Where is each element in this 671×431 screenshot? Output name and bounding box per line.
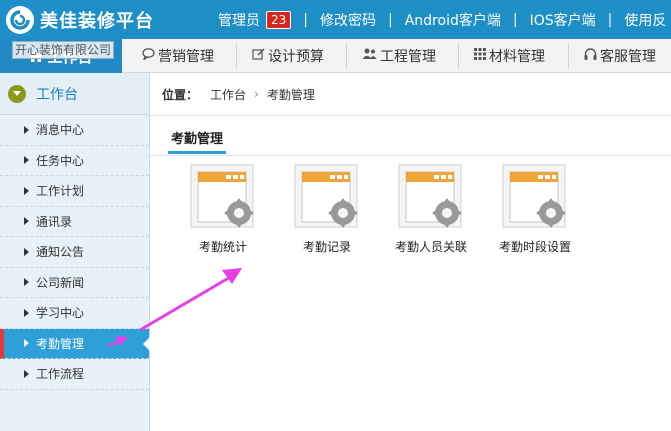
tab-materials[interactable]: 材料管理 [474,39,545,73]
nav-divider [568,43,569,69]
caret-right-icon [24,186,29,195]
sidebar-item-label: 学习中心 [36,306,85,321]
breadcrumb-label: 位置： [162,87,199,102]
sidebar: 工作台 消息中心 任务中心 工作计划 通讯录 通知公告 公司新闻 学习中心 考勤… [0,73,150,431]
chevron-down-icon [8,84,26,103]
sidebar-item-label: 工作计划 [36,184,85,199]
section-header: 考勤管理 [150,116,671,156]
caret-right-icon [24,247,29,256]
caret-right-icon [24,278,29,287]
divider: | [512,11,518,28]
nav-divider [346,43,347,69]
caret-right-icon [24,339,29,348]
breadcrumb-separator: › [254,87,259,101]
ios-client-link[interactable]: IOS客户端 [530,10,596,30]
divider: | [607,11,613,28]
sidebar-item-label: 通知公告 [36,245,85,260]
window-gear-icon [190,164,254,228]
breadcrumb-item[interactable]: 考勤管理 [267,86,315,103]
tab-engineering[interactable]: 工程管理 [362,39,436,73]
grid-icon [474,48,486,64]
window-gear-icon [398,164,462,228]
tab-customer-service-label: 客服管理 [600,49,656,65]
active-indicator [143,336,150,351]
notification-badge[interactable]: 23 [266,10,292,29]
window-gear-icon [294,164,358,228]
divider: | [303,11,308,28]
app-title: 美佳装修平台 [40,11,154,32]
sidebar-item-label: 任务中心 [36,153,85,168]
sidebar-item-label: 公司新闻 [36,275,85,290]
section-title[interactable]: 考勤管理 [168,128,227,154]
logo-icon [6,6,34,34]
change-password-link[interactable]: 修改密码 [320,10,376,30]
tab-design-budget[interactable]: 设计预算 [252,39,324,73]
sidebar-item-attendance[interactable]: 考勤管理 [0,328,150,359]
tile-attendance-periods[interactable]: 考勤时段设置 [485,162,585,255]
headset-icon [584,47,597,65]
breadcrumb-item[interactable]: 工作台 [210,86,246,103]
nav-divider [458,43,459,69]
sidebar-header[interactable]: 工作台 [0,73,149,115]
tab-engineering-label: 工程管理 [380,49,436,65]
sidebar-item-learning[interactable]: 学习中心 [0,298,149,329]
top-links: 管理员 23 | 修改密码 | Android客户端 | IOS客户端 | 使用… [218,0,666,39]
sidebar-item-tasks[interactable]: 任务中心 [0,146,149,176]
tab-materials-label: 材料管理 [489,49,545,65]
tile-attendance-staff-link[interactable]: 考勤人员关联 [381,162,481,255]
chat-icon [142,48,155,64]
sidebar-item-work-plan[interactable]: 工作计划 [0,176,149,207]
tab-marketing[interactable]: 营销管理 [142,39,214,73]
tile-label: 考勤记录 [302,240,351,254]
caret-right-icon [24,156,29,165]
caret-right-icon [24,308,29,317]
caret-right-icon [24,369,29,378]
tile-attendance-records[interactable]: 考勤记录 [277,162,377,255]
sidebar-item-news[interactable]: 公司新闻 [0,268,149,298]
sidebar-item-notices[interactable]: 通知公告 [0,237,149,268]
tile-label: 考勤时段设置 [498,240,571,254]
sidebar-item-contacts[interactable]: 通讯录 [0,207,149,237]
sidebar-item-label: 消息中心 [36,123,85,138]
tab-customer-service[interactable]: 客服管理 [584,39,656,73]
sidebar-item-messages[interactable]: 消息中心 [0,115,149,146]
tab-design-budget-label: 设计预算 [268,49,324,65]
admin-link[interactable]: 管理员 [218,10,260,30]
tab-marketing-label: 营销管理 [158,49,214,65]
feedback-link[interactable]: 使用反 [624,10,666,30]
users-icon [362,48,377,64]
caret-right-icon [24,125,29,134]
window-gear-icon [502,164,566,228]
app-window: 美佳装修平台 管理员 23 | 修改密码 | Android客户端 | IOS客… [0,0,671,431]
tile-label: 考勤统计 [198,240,247,254]
android-client-link[interactable]: Android客户端 [405,10,501,30]
top-header: 美佳装修平台 管理员 23 | 修改密码 | Android客户端 | IOS客… [0,0,671,39]
logo[interactable]: 美佳装修平台 [6,5,154,35]
sidebar-item-label: 通讯录 [36,214,73,229]
tile-attendance-stats[interactable]: 考勤统计 [173,162,273,255]
main-nav: 工作台 开心装饰有限公司 营销管理 设计预算 工程管理 [0,39,671,73]
sidebar-item-label: 工作流程 [36,367,85,382]
divider: | [388,11,393,28]
tile-label: 考勤人员关联 [394,240,467,254]
sidebar-item-label: 考勤管理 [36,336,85,351]
company-watermark: 开心装饰有限公司 [12,41,115,59]
sidebar-item-workflow[interactable]: 工作流程 [0,359,149,390]
edit-icon [252,48,265,64]
breadcrumb: 位置： 工作台 › 考勤管理 [150,73,671,116]
caret-right-icon [24,217,29,226]
sidebar-header-label: 工作台 [36,86,78,103]
nav-divider [236,43,237,69]
